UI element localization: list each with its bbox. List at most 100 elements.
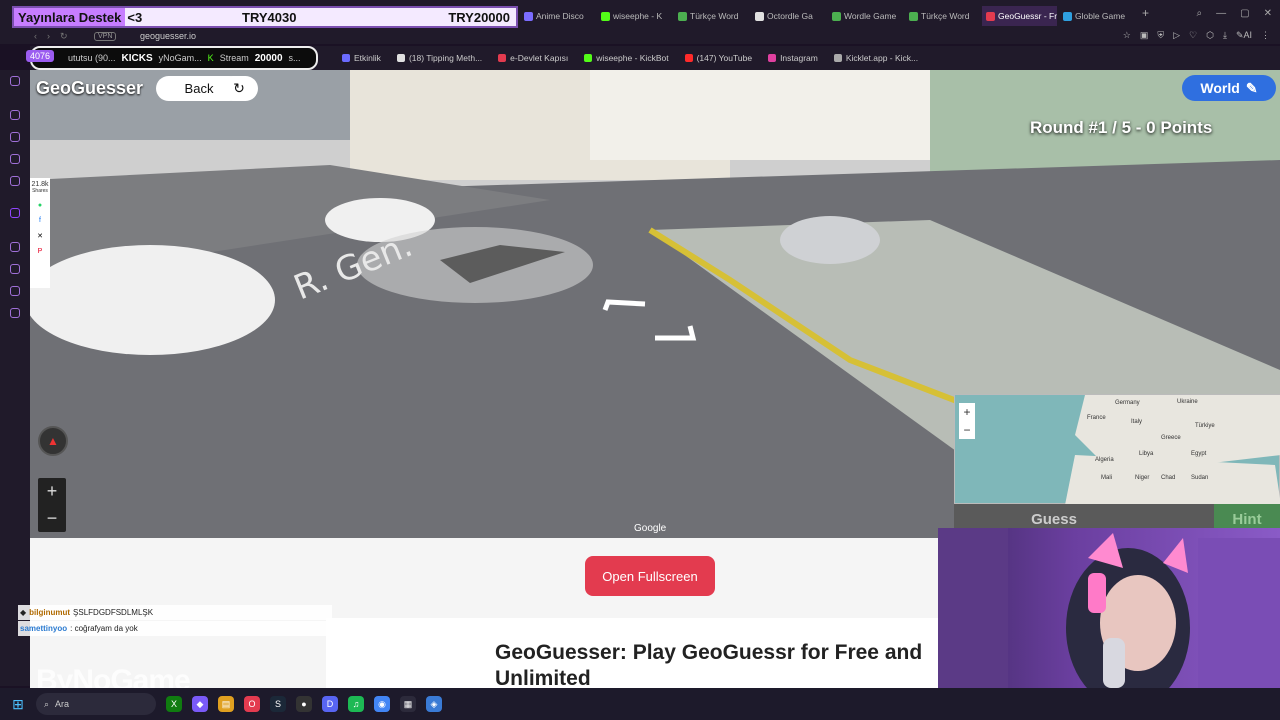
menu-icon[interactable]: ⋮ (1261, 30, 1270, 41)
bookmark-item[interactable]: e-Devlet Kapısı (498, 53, 568, 63)
bookmark-favicon-icon (684, 54, 693, 62)
streamer-figure (938, 528, 1280, 688)
heart-icon[interactable]: ♡ (1189, 30, 1197, 41)
ai-icon[interactable]: ✎AI (1236, 30, 1252, 41)
tab-4[interactable]: Wordle Game (828, 6, 903, 26)
search-placeholder: Ara (55, 699, 70, 709)
map-mode-button[interactable]: World ✎ (1182, 75, 1276, 101)
bookmark-item[interactable]: wiseephe - KickBot (584, 53, 669, 63)
tab-favicon-icon (909, 11, 918, 21)
new-tab-icon[interactable]: + (1136, 6, 1155, 26)
gamepad-icon[interactable] (10, 76, 20, 86)
google-logo: Google (634, 523, 667, 534)
zoom-in-icon[interactable]: + (47, 481, 58, 502)
app-icon[interactable]: ◈ (426, 696, 442, 712)
bookmark-item[interactable]: Instagram (768, 53, 818, 63)
copilot-icon[interactable]: ◆ (192, 696, 208, 712)
screenshot-icon[interactable]: ▣ (1140, 30, 1149, 41)
guess-button[interactable]: Guess (954, 511, 1154, 528)
tab-6[interactable]: GeoGuessr - Free Ge (982, 6, 1057, 26)
file-explorer-icon[interactable]: ▤ (218, 696, 234, 712)
site-logo[interactable]: GeoGuesser (36, 78, 143, 99)
url-field[interactable]: geoguesser.io (140, 31, 196, 41)
settings-icon[interactable] (10, 308, 20, 318)
compass-icon[interactable]: ▲ (38, 426, 68, 456)
tab-favicon-icon (755, 11, 764, 21)
map-label: Ukraine (1177, 399, 1198, 405)
bookmark-item[interactable]: Etkinlik (342, 53, 381, 63)
chat-user: bilginumut (29, 608, 71, 617)
x-icon[interactable]: ✕ (37, 232, 43, 240)
whatsapp-icon[interactable]: ● (38, 202, 42, 209)
bookmark-label: (147) YouTube (696, 53, 753, 63)
reload-icon[interactable]: ↻ (60, 31, 68, 42)
tab-2[interactable]: Türkçe Word (674, 6, 749, 26)
bookmark-label: Instagram (780, 53, 818, 63)
tab-0[interactable]: Anime Disco (520, 6, 595, 26)
bookmark-item[interactable]: (18) Tipping Meth... (396, 53, 482, 63)
xbox-icon[interactable]: X (166, 696, 182, 712)
windows-start-icon[interactable]: ⊞ (10, 696, 26, 712)
music-icon[interactable] (10, 176, 20, 186)
messenger-icon[interactable] (10, 132, 20, 142)
map-label: Sudan (1191, 475, 1209, 481)
feed-icon[interactable] (10, 110, 20, 120)
player-icon[interactable] (10, 242, 20, 252)
chrome-icon[interactable]: ◉ (374, 696, 390, 712)
minimap-land (1065, 395, 1280, 505)
browser-sidebar (0, 70, 30, 686)
chat-text: ŞSLFDGDFSDLMLŞK (73, 608, 154, 617)
pinterest-icon[interactable]: P (38, 248, 43, 255)
close-icon[interactable]: ✕ (1264, 8, 1272, 19)
facebook-icon[interactable]: f (39, 217, 41, 224)
download-icon[interactable]: ⤓ (1223, 30, 1227, 41)
tab-5[interactable]: Türkçe Word (905, 6, 980, 26)
forward-arrow-icon[interactable]: › (47, 31, 50, 42)
app-icon[interactable]: ▦ (400, 696, 416, 712)
kick-icon: K (207, 53, 214, 63)
extensions-bar: ☆ ▣ ⛨ ▷ ♡ ⬡ ⤓ ✎AI ⋮ (1123, 30, 1270, 41)
minimap-zoom-in-icon[interactable]: + (963, 405, 970, 419)
bookmark-label: Kicklet.app - Kick... (845, 53, 919, 63)
opera-gx-icon[interactable]: O (244, 696, 260, 712)
extensions-icon[interactable] (10, 286, 20, 296)
spotify-icon[interactable]: ♫ (348, 696, 364, 712)
street-view[interactable]: R. Gen. GeoGuesser Back ↻ World ✎ Round … (30, 70, 1280, 538)
donation-amount-2: TRY20000 (448, 9, 510, 25)
kicks-sub: yNoGam... (158, 53, 202, 63)
obs-icon[interactable]: ● (296, 696, 312, 712)
open-fullscreen-button[interactable]: Open Fullscreen (585, 556, 715, 596)
tab-7[interactable]: Globle Game (1059, 6, 1134, 26)
vpn-badge[interactable]: VPN (94, 32, 117, 41)
zoom-out-icon[interactable]: − (47, 508, 58, 529)
discord-icon[interactable] (10, 154, 20, 164)
minimize-icon[interactable]: — (1216, 8, 1226, 19)
discord-icon[interactable]: D (322, 696, 338, 712)
shield-icon[interactable]: ⛨ (1157, 30, 1164, 41)
tab-3[interactable]: Octordle Ga (751, 6, 826, 26)
bookmark-item[interactable]: (147) YouTube (684, 53, 753, 63)
refresh-button[interactable]: ↻ (220, 76, 258, 101)
tab-label: Wordle Game (844, 11, 897, 21)
taskbar-search[interactable]: ⌕ Ara (36, 693, 156, 715)
bookmark-icon[interactable]: ☆ (1123, 30, 1131, 41)
guess-minimap[interactable]: + − Germany Ukraine France Italy Türkiye… (954, 394, 1280, 505)
bookmark-favicon-icon (833, 54, 842, 62)
taskbar: ⊞ ⌕ Ara X ◆ ▤ O S ● D ♫ ◉ ▦ ◈ (0, 688, 1280, 720)
extensions-icon[interactable]: ⬡ (1206, 30, 1214, 41)
play-icon[interactable]: ▷ (1173, 30, 1180, 41)
twitch-icon[interactable] (10, 208, 20, 218)
bookmark-item[interactable]: Kicklet.app - Kick... (833, 53, 919, 63)
maximize-icon[interactable]: ▢ (1240, 8, 1249, 19)
tab-favicon-icon (986, 11, 995, 21)
steam-icon[interactable]: S (270, 696, 286, 712)
chat-message: ◆ bilginumut ŞSLFDGDFSDLMLŞK (18, 605, 332, 620)
kicks-prefix: ututsu (90... (68, 53, 116, 63)
search-icon[interactable]: ⌕ (1197, 8, 1203, 19)
tab-1[interactable]: wiseephe - K (597, 6, 672, 26)
history-icon[interactable] (10, 264, 20, 274)
round-status: Round #1 / 5 - 0 Points (1030, 118, 1213, 137)
bookmark-favicon-icon (768, 54, 777, 62)
minimap-zoom-out-icon[interactable]: − (963, 423, 970, 437)
back-arrow-icon[interactable]: ‹ (34, 31, 37, 42)
